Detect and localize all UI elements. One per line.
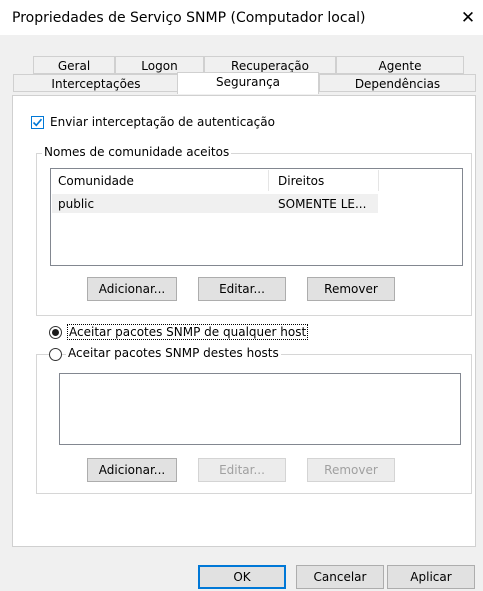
tab-interceptacoes[interactable]: Interceptações [13,74,179,92]
these-hosts-label[interactable]: Aceitar pacotes SNMP destes hosts [66,346,281,360]
tab-dependencias[interactable]: Dependências [319,74,476,92]
hosts-add-label: Adicionar... [98,463,166,477]
community-add-button[interactable]: Adicionar... [87,277,177,301]
cancel-label: Cancelar [313,570,367,584]
hosts-add-button[interactable]: Adicionar... [87,458,177,482]
community-add-label: Adicionar... [98,282,166,296]
hosts-remove-label: Remover [324,463,378,477]
ok-button[interactable]: OK [198,565,286,589]
hosts-remove-button[interactable]: Remover [307,458,395,482]
radio-selected-dot [52,329,59,336]
community-remove-button[interactable]: Remover [307,277,395,301]
window-title: Propriedades de Serviço SNMP (Computador… [12,10,366,26]
auth-trap-checkbox[interactable] [31,116,44,129]
apply-label: Aplicar [410,570,452,584]
these-hosts-radio[interactable] [49,348,62,361]
community-edit-label: Editar... [219,282,265,296]
rights-cell: SOMENTE LE... [278,197,367,211]
ok-label: OK [233,570,251,584]
tab-geral[interactable]: Geral [33,56,115,74]
auth-trap-label[interactable]: Enviar interceptação de autenticação [50,115,275,129]
column-divider[interactable] [268,170,269,191]
hosts-edit-label: Editar... [219,463,265,477]
close-icon[interactable]: ✕ [456,6,480,30]
hosts-edit-button[interactable]: Editar... [198,458,286,482]
community-cell: public [58,197,95,211]
column-header-comunidade[interactable]: Comunidade [58,174,134,188]
community-group-label: Nomes de comunidade aceitos [42,145,232,159]
community-edit-button[interactable]: Editar... [198,277,286,301]
community-remove-label: Remover [324,282,378,296]
any-host-label[interactable]: Aceitar pacotes SNMP de qualquer host [67,324,309,340]
apply-button[interactable]: Aplicar [387,565,475,589]
checkmark-icon [32,118,43,127]
column-header-direitos[interactable]: Direitos [278,174,324,188]
cancel-button[interactable]: Cancelar [296,565,384,589]
any-host-radio[interactable] [49,326,62,339]
hosts-list[interactable] [59,373,461,445]
tab-seguranca[interactable]: Segurança [177,72,319,94]
tab-agente[interactable]: Agente [336,56,464,74]
column-divider[interactable] [378,170,379,191]
